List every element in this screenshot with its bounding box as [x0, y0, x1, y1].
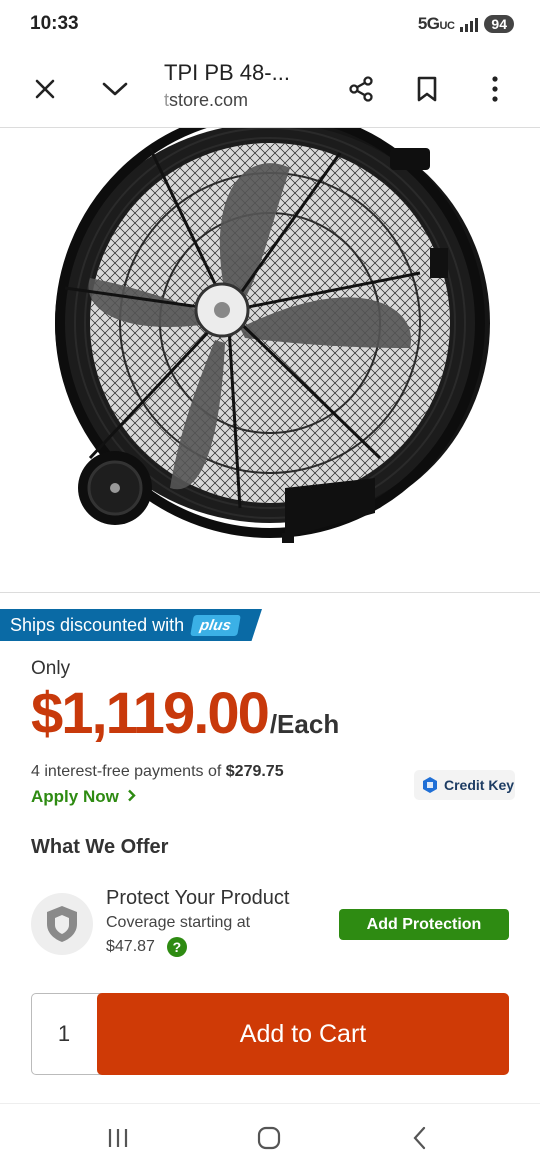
close-icon[interactable]	[26, 70, 64, 108]
protect-title: Protect Your Product	[106, 887, 290, 909]
chevron-down-icon[interactable]	[96, 70, 134, 108]
only-label: Only	[31, 658, 71, 679]
battery-indicator: 94	[484, 15, 514, 33]
page-title: TPI PB 48-...	[164, 60, 290, 85]
shield-icon	[31, 893, 93, 955]
apply-now-link[interactable]: Apply Now	[31, 787, 137, 807]
bookmark-icon[interactable]	[408, 70, 446, 108]
home-icon[interactable]	[251, 1122, 287, 1154]
payments-text: 4 interest-free payments of $279.75	[31, 763, 284, 780]
price-unit: /Each	[269, 709, 340, 739]
add-to-cart-button[interactable]: Add to Cart	[97, 993, 509, 1075]
credit-key-label: Credit Key	[444, 777, 515, 793]
coverage-price-row: $47.87 ?	[106, 937, 187, 957]
system-nav-bar	[0, 1103, 540, 1171]
plus-badge: plus	[190, 614, 241, 636]
price-row: $1,119.00 /Each	[31, 680, 339, 747]
coverage-text: Coverage starting at	[106, 914, 251, 931]
chevron-right-icon	[127, 789, 136, 802]
back-icon[interactable]	[402, 1122, 438, 1154]
coverage-price: $47.87	[106, 938, 155, 955]
more-vert-icon[interactable]	[476, 70, 514, 108]
credit-key-badge[interactable]: Credit Key	[414, 770, 515, 800]
status-time: 10:33	[30, 13, 79, 34]
status-icons: 5GUC 94	[418, 14, 514, 34]
ships-text: Ships discounted with	[10, 614, 185, 635]
add-protection-button[interactable]: Add Protection	[339, 909, 509, 940]
browser-toolbar: TPI PB 48-... tstore.com	[0, 50, 540, 128]
price: $1,119.00	[31, 681, 270, 746]
divider	[0, 592, 540, 593]
offer-heading: What We Offer	[31, 836, 169, 858]
status-bar: 10:33 5GUC 94	[0, 0, 540, 50]
page-url: tstore.com	[164, 90, 249, 110]
credit-key-logo-icon	[423, 777, 437, 793]
network-indicator: 5GUC	[417, 14, 455, 33]
page-title-block[interactable]: TPI PB 48-... tstore.com	[164, 60, 290, 111]
share-icon[interactable]	[342, 70, 380, 108]
product-image[interactable]	[0, 128, 540, 592]
help-icon[interactable]: ?	[166, 937, 187, 957]
recent-apps-icon[interactable]	[100, 1122, 136, 1154]
signal-icon	[460, 16, 479, 32]
ships-discounted-banner[interactable]: Ships discounted with plus	[0, 609, 262, 641]
payments-amount: $279.75	[225, 763, 284, 780]
